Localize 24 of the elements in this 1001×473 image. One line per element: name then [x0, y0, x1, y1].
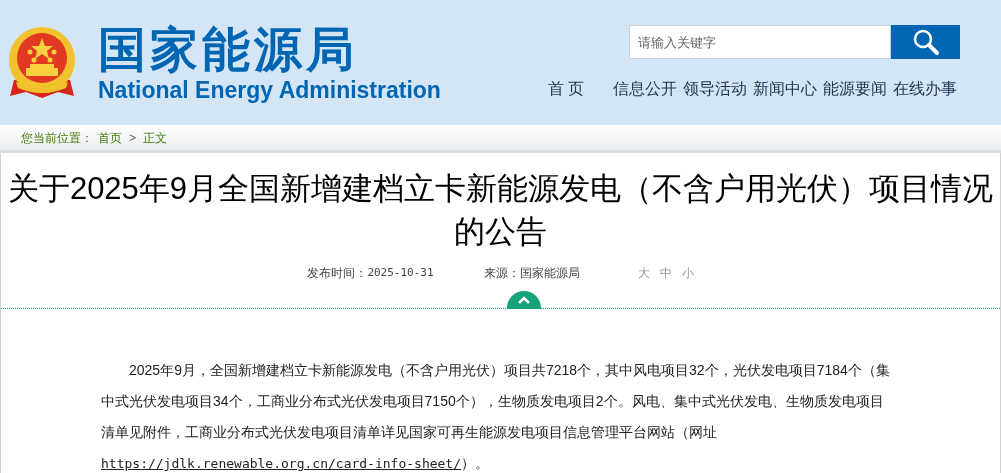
- collapse-button[interactable]: [507, 291, 541, 309]
- search-button[interactable]: [891, 25, 960, 59]
- nav-link[interactable]: 领导活动: [680, 77, 750, 101]
- search-icon: [911, 28, 940, 56]
- article-title: 关于2025年9月全国新增建档立卡新能源发电（不含户用光伏）项目情况的公告: [6, 170, 995, 251]
- nav-link[interactable]: 首 页: [545, 77, 586, 101]
- article-paragraph: 2025年9月，全国新增建档立卡新能源发电（不含户用光伏）项目共7218个，其中风电项目32个，光伏发电项目7184个（集中式光伏发电项目34个，工商业分布式光伏发电项目7150个），生物质发电项目2个。风电、集中式光伏发电、生物质发电项目清单见附件，工商业分布式光伏发电项目清单详见国家可再生能源发电项目信息管理平台网站（网址 https://jdlk.renewable.org.cn/card-info-sheet/）。: [101, 361, 891, 473]
- breadcrumb-label: 您当前位置：: [21, 129, 93, 147]
- publish-date: 2025-10-31: [367, 264, 434, 281]
- publish-date-label: 发布时间：: [307, 265, 368, 282]
- nav-link[interactable]: 能源要闻: [820, 77, 890, 101]
- site-title: 国家能源局: [98, 23, 359, 76]
- nav-link[interactable]: 在线办事: [890, 77, 960, 101]
- nav-link[interactable]: 新闻中心: [750, 77, 820, 101]
- breadcrumb-current: 正文: [143, 129, 167, 147]
- source-label: 来源：: [483, 265, 520, 282]
- site-subtitle: National Energy Administration: [98, 75, 441, 104]
- website-link[interactable]: https://jdlk.renewable.org.cn/card-info-sheet/: [101, 456, 462, 471]
- breadcrumb-link[interactable]: 首页: [98, 128, 122, 147]
- nav-link[interactable]: 信息公开: [610, 77, 680, 101]
- chevron-up-icon: [518, 296, 530, 304]
- source-name: 国家能源局: [519, 265, 580, 282]
- search-field[interactable]: 请输入关键字: [629, 25, 891, 59]
- breadcrumb-separator: >: [128, 129, 137, 147]
